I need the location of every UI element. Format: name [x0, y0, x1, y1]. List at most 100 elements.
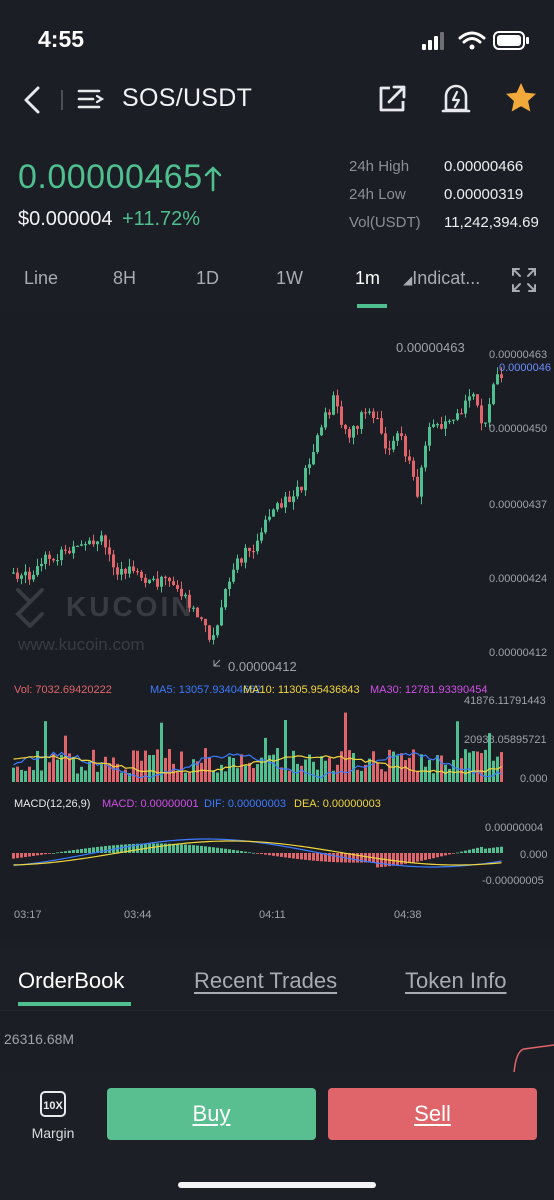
buy-button[interactable]: Buy — [107, 1088, 316, 1140]
macd-bar — [452, 853, 455, 854]
volume-bar — [380, 769, 383, 782]
candle-body — [232, 569, 235, 582]
status-bar: 4:55 — [0, 0, 554, 72]
menu-icon[interactable] — [76, 84, 106, 114]
favorite-star-icon[interactable] — [503, 80, 539, 116]
macd-bar — [400, 853, 403, 865]
macd-bar — [28, 853, 31, 857]
current-price-tag: 0.0000046 — [499, 362, 551, 374]
volume-bar — [88, 761, 91, 782]
candle-body — [472, 394, 475, 397]
price-axis-label: 0.00000450 — [489, 423, 547, 435]
candle-body — [240, 558, 243, 563]
volume-bar — [44, 721, 47, 782]
volume-bar — [152, 754, 155, 782]
macd-bar — [152, 843, 155, 853]
volume-bar — [324, 760, 327, 782]
candle-body — [280, 503, 283, 508]
volume-bar — [240, 754, 243, 782]
tab-recent-trades[interactable]: Recent Trades — [194, 968, 337, 994]
share-icon[interactable] — [376, 82, 408, 116]
candle-body — [420, 467, 423, 497]
tab-1w[interactable]: 1W — [276, 268, 303, 289]
timeframe-selector: Line 8H 1D 1W 1m ◢Indicat... — [0, 258, 554, 310]
tab-line[interactable]: Line — [24, 268, 58, 289]
dif-value: DIF: 0.00000003 — [204, 798, 286, 810]
macd-bar — [248, 852, 251, 854]
ticker-block: 0.00000465 $0.000004 +11.72% 24h High 0.… — [0, 150, 554, 240]
macd-bar — [460, 851, 463, 853]
candle-body — [228, 581, 231, 590]
candle-body — [164, 576, 167, 579]
candle-body — [180, 588, 183, 597]
macd-bar — [208, 846, 211, 853]
candle-body — [336, 395, 339, 407]
tab-orderbook[interactable]: OrderBook — [18, 968, 124, 994]
candle-body — [192, 607, 195, 609]
margin-button[interactable]: 10X Margin — [20, 1090, 86, 1150]
volume-bar — [92, 749, 95, 782]
macd-layer — [12, 838, 503, 868]
tab-token-info[interactable]: Token Info — [405, 968, 507, 994]
volume-bar — [344, 712, 347, 782]
sell-button[interactable]: Sell — [328, 1088, 537, 1140]
fullscreen-icon[interactable] — [510, 266, 538, 294]
candle-body — [452, 419, 455, 421]
tab-1m[interactable]: 1m — [355, 268, 380, 289]
volume-bar — [260, 757, 263, 782]
candle-body — [168, 577, 171, 582]
price-alert-icon[interactable] — [440, 80, 472, 116]
macd-bar — [440, 853, 443, 857]
candle-body — [100, 535, 103, 542]
volume-bar — [280, 767, 283, 782]
candle-body — [108, 547, 111, 555]
candle-body — [308, 464, 311, 468]
candle-body — [104, 535, 107, 548]
candle-body — [136, 571, 139, 573]
change-percent: +11.72% — [122, 208, 201, 230]
max-price-marker: 0.00000463 — [396, 340, 465, 355]
tab-1d[interactable]: 1D — [196, 268, 219, 289]
candle-body — [92, 540, 95, 545]
chart-area[interactable]: KUCOIN www.kucoin.com 0.00000463 0.000004… — [0, 312, 554, 938]
candle-body — [460, 413, 463, 415]
volume-bar — [228, 756, 231, 782]
macd-bar — [336, 853, 339, 863]
macd-bar — [176, 844, 179, 853]
macd-bar — [156, 843, 159, 853]
margin-10x-icon: 10X — [40, 1091, 66, 1117]
back-icon[interactable] — [18, 80, 48, 120]
macd-bar — [428, 853, 431, 860]
high-label: 24h High — [349, 158, 410, 175]
macd-bar — [264, 853, 267, 855]
candle-body — [376, 417, 379, 420]
indicator-button[interactable]: ◢Indicat... — [403, 268, 480, 289]
candle-body — [264, 519, 267, 533]
signal-icon — [422, 32, 444, 50]
candlestick-chart[interactable]: KUCOIN www.kucoin.com 0.000004630.000004… — [0, 312, 554, 938]
candle-body — [348, 429, 351, 438]
volume-bar — [28, 766, 31, 782]
candle-body — [144, 577, 147, 583]
tab-8h[interactable]: 8H — [113, 268, 136, 289]
pair-title[interactable]: SOS/USDT — [122, 84, 252, 113]
macd-bar — [32, 853, 35, 856]
candle-body — [216, 625, 219, 636]
macd-bar — [288, 853, 291, 858]
volume-bar — [384, 771, 387, 782]
volume-bar — [424, 766, 427, 782]
macd-bar — [296, 853, 299, 859]
candle-body — [176, 585, 179, 589]
volume-bar — [328, 757, 331, 782]
macd-bar — [36, 853, 39, 856]
volume-bar — [412, 749, 415, 782]
macd-bar — [488, 848, 491, 853]
macd-bar — [228, 849, 231, 853]
candle-body — [456, 413, 459, 420]
candle-body — [40, 563, 43, 567]
candle-body — [328, 412, 331, 415]
macd-bar — [464, 850, 467, 853]
volume-bar — [284, 719, 287, 782]
volume-bar — [396, 755, 399, 782]
volume-bar — [360, 770, 363, 782]
